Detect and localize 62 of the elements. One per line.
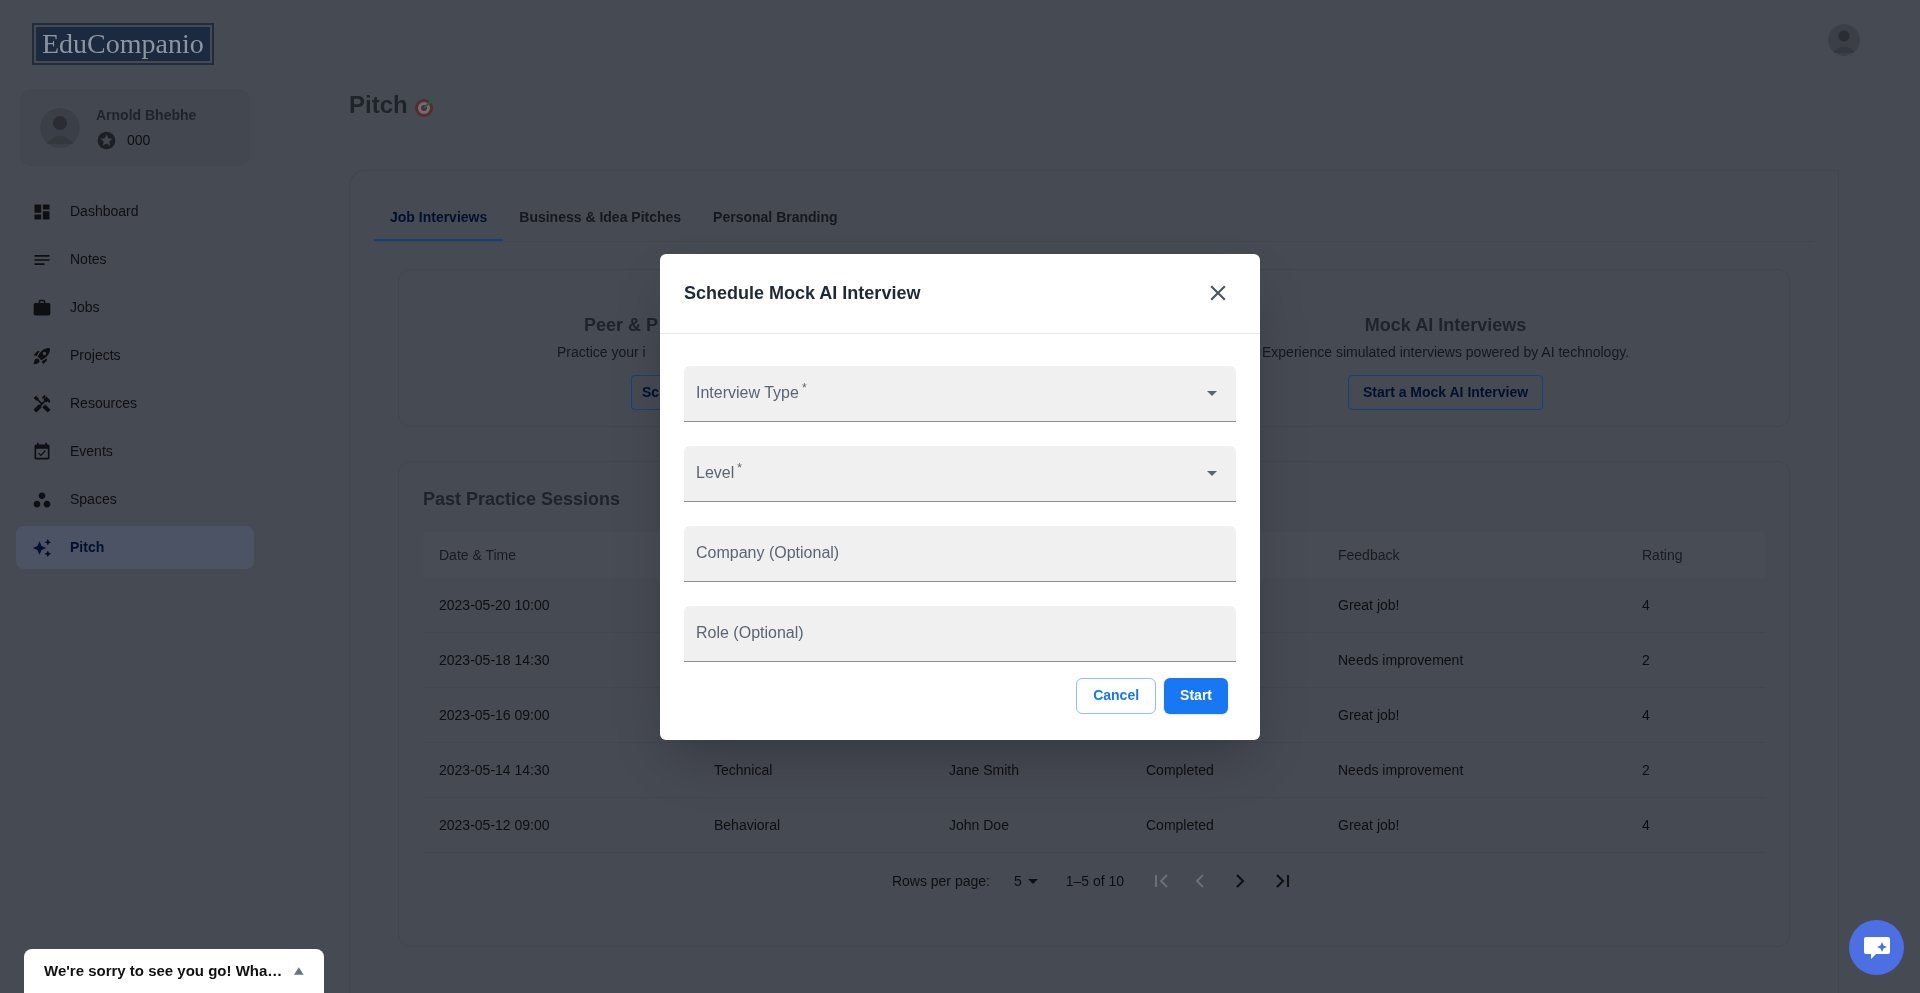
table-cell: Needs improvement: [1338, 762, 1464, 778]
table-cell: Completed: [1146, 762, 1214, 778]
rows-per-page-select[interactable]: 5: [1013, 870, 1038, 892]
target-icon: [413, 96, 436, 118]
table-cell: Completed: [1146, 817, 1214, 833]
table-cell: Technical: [714, 762, 773, 778]
nav-item[interactable]: Events: [16, 430, 254, 473]
first-page-icon: [1155, 874, 1170, 888]
start-interview-button[interactable]: Start a Mock AI Interview: [1347, 375, 1544, 410]
select-field[interactable]: Interview Type $^{*}$: [684, 365, 1236, 422]
rocket-icon: [32, 345, 52, 366]
nav-item[interactable]: Spaces: [16, 478, 254, 521]
table-cell: 2023-05-16 09:00: [439, 707, 550, 723]
briefcase-icon: [32, 297, 52, 318]
select-field[interactable]: Level $^{*}$: [684, 445, 1236, 502]
table-cell: 4: [1642, 817, 1650, 833]
nav-item[interactable]: Projects: [16, 334, 254, 377]
nav-item[interactable]: Dashboard: [16, 190, 254, 233]
table-cell: 4: [1642, 707, 1650, 723]
table-cell: 2023-05-12 09:00: [439, 817, 550, 833]
page-range: 1–5 of 10: [1065, 871, 1125, 891]
points-count: 000: [127, 130, 151, 150]
start-button[interactable]: Start: [1164, 677, 1228, 714]
calendar-icon: [32, 441, 52, 462]
feedback-prompt: We're sorry to see you go! Wha…: [44, 960, 283, 981]
table-cell: 2: [1642, 762, 1650, 778]
table-cell: 4: [1642, 597, 1650, 613]
table-cell: 2023-05-14 14:30: [439, 762, 550, 778]
nav-item[interactable]: Jobs: [16, 286, 254, 329]
caret-icon: [1027, 878, 1038, 884]
sparkle-icon: [32, 537, 52, 558]
avatar: [40, 107, 80, 148]
table-cell: Great job!: [1338, 597, 1400, 613]
last-page-icon: [1275, 874, 1290, 888]
input-field[interactable]: Company (Optional): [684, 525, 1236, 582]
table-cell: Needs improvement: [1338, 652, 1464, 668]
chat-sparkle-icon: [1861, 934, 1892, 961]
nav-item[interactable]: Notes: [16, 238, 254, 281]
table-cell: 2023-05-20 10:00: [439, 597, 550, 613]
cancel-button[interactable]: Cancel: [1076, 677, 1157, 714]
caret-icon: [1207, 390, 1217, 396]
nav-item[interactable]: Pitch: [16, 526, 254, 569]
tools-icon: [32, 393, 52, 414]
table-cell: Great job!: [1338, 817, 1400, 833]
table-cell: Jane Smith: [949, 762, 1020, 778]
table-cell: John Doe: [949, 817, 1009, 833]
chat-button[interactable]: [1849, 920, 1904, 975]
table-cell: Behavioral: [714, 817, 781, 833]
rows-per-page-label: Rows per page:: [891, 871, 990, 891]
table-cell: 2: [1642, 652, 1650, 668]
table-cell: 2023-05-18 14:30: [439, 652, 550, 668]
tab[interactable]: Job Interviews: [374, 195, 504, 241]
table-cell: Great job!: [1338, 707, 1400, 723]
star-badge-icon: [96, 129, 117, 151]
dialog-title: Schedule Mock AI Interview: [684, 281, 921, 305]
nav-item[interactable]: Resources: [16, 382, 254, 425]
caret-icon: [1207, 470, 1217, 476]
expand-arrow-icon: [294, 966, 304, 976]
input-field[interactable]: Role (Optional): [684, 605, 1236, 662]
feedback-widget[interactable]: We're sorry to see you go! Wha…: [24, 949, 324, 993]
avatar: [1828, 24, 1860, 56]
logo[interactable]: EduCompanio: [32, 23, 214, 65]
